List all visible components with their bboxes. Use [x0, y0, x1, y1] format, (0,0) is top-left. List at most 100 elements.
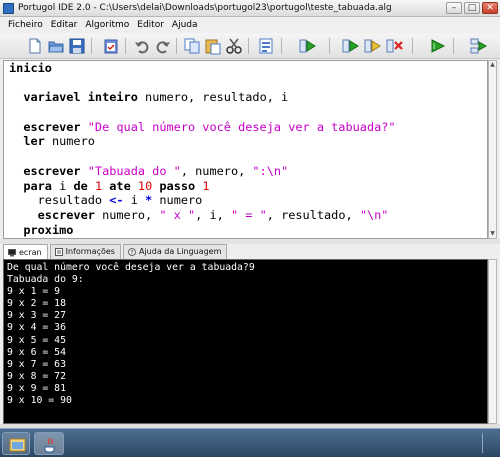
code-token: numero, resultado, i	[145, 90, 289, 105]
code-token: escrever	[9, 163, 88, 178]
code-token: ler	[9, 134, 52, 149]
code-line[interactable]: resultado <- i * numero	[9, 193, 396, 208]
flowchart-icon[interactable]	[470, 37, 488, 55]
menu-algoritmo[interactable]: Algoritmo	[81, 17, 133, 33]
code-editor[interactable]: inicio variavel inteiro numero, resultad…	[3, 60, 488, 239]
code-token: escrever	[9, 119, 88, 134]
title-bar: Portugol IDE 2.0 - C:\Users\delai\Downlo…	[0, 0, 500, 17]
code-token: para	[9, 178, 60, 193]
code-token: , numero,	[180, 163, 253, 178]
console-line: 9 x 3 = 27	[7, 310, 66, 322]
code-token: inicio	[9, 61, 52, 75]
show-desktop-button[interactable]	[482, 433, 497, 453]
code-token: ate	[102, 178, 138, 193]
doc-properties-icon[interactable]	[257, 37, 275, 55]
menu-bar: Ficheiro Editar Algoritmo Editor Ajuda	[0, 17, 500, 33]
code-token: "De qual número você deseja ver a tabuad…	[87, 119, 396, 134]
code-line[interactable]: ler numero	[9, 134, 396, 149]
maximize-button[interactable]: □	[464, 2, 480, 14]
stop-run-icon[interactable]	[386, 37, 404, 55]
code-text[interactable]: inicio variavel inteiro numero, resultad…	[9, 61, 396, 238]
code-token: " = "	[230, 207, 267, 222]
scroll-up-icon[interactable]: ▲	[489, 61, 496, 69]
java-app-icon[interactable]	[34, 432, 64, 455]
code-line[interactable]: escrever "Tabuada do ", numero, ":\n"	[9, 164, 396, 179]
code-line[interactable]: proximo	[9, 223, 396, 238]
debug-arrow-icon[interactable]	[429, 37, 447, 55]
tab-label: Ajuda da Linguagem	[138, 247, 222, 256]
run-step-icon[interactable]	[342, 37, 360, 55]
edit-clipboard-icon[interactable]	[102, 37, 120, 55]
code-token: ":\n"	[252, 163, 289, 178]
code-token: numero,	[102, 207, 160, 222]
menu-editor[interactable]: Editor	[133, 17, 168, 33]
code-line[interactable]	[9, 76, 396, 91]
cut-icon[interactable]	[225, 37, 243, 55]
copy-icon[interactable]	[183, 37, 201, 55]
code-line[interactable]	[9, 105, 396, 120]
console-line: 9 x 5 = 45	[7, 334, 66, 346]
code-token: " x "	[159, 207, 196, 222]
menu-ficheiro[interactable]: Ficheiro	[4, 17, 47, 33]
undo-icon[interactable]	[133, 37, 151, 55]
console-line: 9 x 6 = 54	[7, 346, 66, 358]
menu-ajuda[interactable]: Ajuda	[168, 17, 202, 33]
run-next-icon[interactable]	[364, 37, 382, 55]
code-token: 1	[202, 178, 210, 193]
editor-scrollbar[interactable]: ▲ ▼	[488, 60, 497, 239]
code-token: proximo	[9, 222, 74, 237]
code-token: <-	[109, 193, 124, 208]
code-token: escrever	[9, 207, 103, 222]
console-line: 9 x 1 = 9	[7, 286, 61, 298]
code-token: i	[59, 178, 74, 193]
toolbar-separator	[91, 38, 92, 54]
code-line[interactable]	[9, 149, 396, 164]
code-token: i	[123, 193, 146, 208]
flow-run-icon[interactable]	[299, 37, 317, 55]
console-line: 9 x 4 = 36	[7, 322, 66, 334]
window-title: Portugol IDE 2.0 - C:\Users\delai\Downlo…	[18, 3, 392, 13]
code-token: numero	[152, 193, 203, 208]
tab-informacoes[interactable]: Informações	[49, 244, 121, 259]
console-line: 9 x 10 = 90	[7, 395, 72, 407]
code-token: passo	[152, 178, 203, 193]
code-token: de	[73, 178, 95, 193]
bottom-tabs: ecran Informações ? Ajuda da Linguagem	[3, 244, 497, 260]
svg-text:?: ?	[130, 249, 133, 256]
output-console[interactable]: De qual número você deseja ver a tabuada…	[3, 259, 488, 424]
redo-icon[interactable]	[154, 37, 172, 55]
toolbar-separator	[176, 38, 177, 54]
toolbar-separator	[412, 38, 413, 54]
toolbar-separator	[329, 38, 330, 54]
windows-explorer-icon[interactable]	[2, 432, 30, 455]
toolbar-separator	[248, 38, 249, 54]
close-button[interactable]: ✕	[482, 2, 498, 14]
code-token: "Tabuada do "	[87, 163, 181, 178]
save-icon[interactable]	[68, 37, 86, 55]
console-line: 9 x 8 = 72	[7, 370, 66, 382]
code-token: , resultado,	[266, 207, 360, 222]
console-scrollbar[interactable]	[488, 259, 497, 424]
code-line[interactable]: para i de 1 ate 10 passo 1	[9, 179, 396, 194]
tab-label: Informações	[65, 247, 115, 256]
menu-editar[interactable]: Editar	[47, 17, 82, 33]
code-token: , i,	[195, 207, 231, 222]
tab-ecran[interactable]: ecran	[3, 244, 48, 260]
code-line[interactable]: escrever numero, " x ", i, " = ", result…	[9, 208, 396, 223]
code-token: numero	[51, 134, 95, 149]
code-token: resultado	[9, 193, 110, 208]
toolbar-separator	[453, 38, 454, 54]
code-token: "\n"	[359, 207, 389, 222]
tab-ajuda-linguagem[interactable]: ? Ajuda da Linguagem	[122, 244, 228, 259]
code-line[interactable]: escrever "De qual número você deseja ver…	[9, 119, 396, 135]
code-line[interactable]: variavel inteiro numero, resultado, i	[9, 90, 396, 105]
console-line: 9 x 9 = 81	[7, 382, 66, 394]
minimize-button[interactable]: –	[446, 2, 462, 14]
info-list-icon	[54, 248, 63, 256]
console-line: Tabuada do 9:	[7, 274, 84, 286]
new-file-icon[interactable]	[26, 37, 44, 55]
code-line[interactable]: inicio	[9, 61, 396, 76]
scroll-down-icon[interactable]: ▼	[489, 230, 496, 238]
paste-icon[interactable]	[204, 37, 222, 55]
open-folder-icon[interactable]	[47, 37, 65, 55]
